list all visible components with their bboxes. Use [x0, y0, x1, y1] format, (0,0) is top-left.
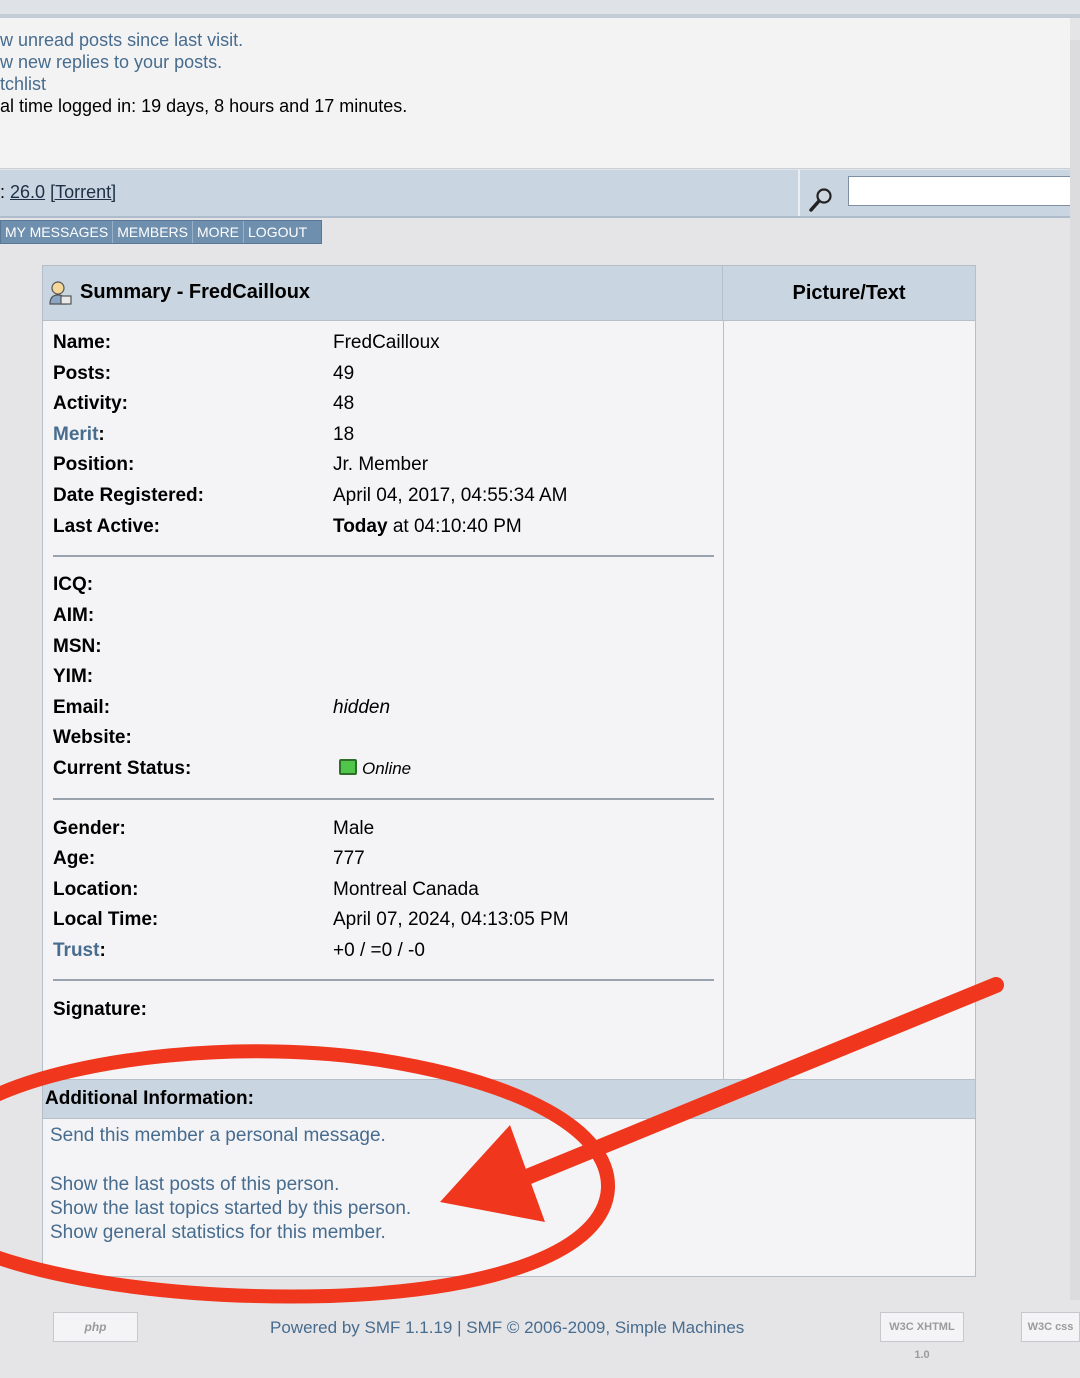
annotation-arrow-shaft [497, 977, 1004, 1194]
annotation-overlay [0, 977, 1004, 1304]
